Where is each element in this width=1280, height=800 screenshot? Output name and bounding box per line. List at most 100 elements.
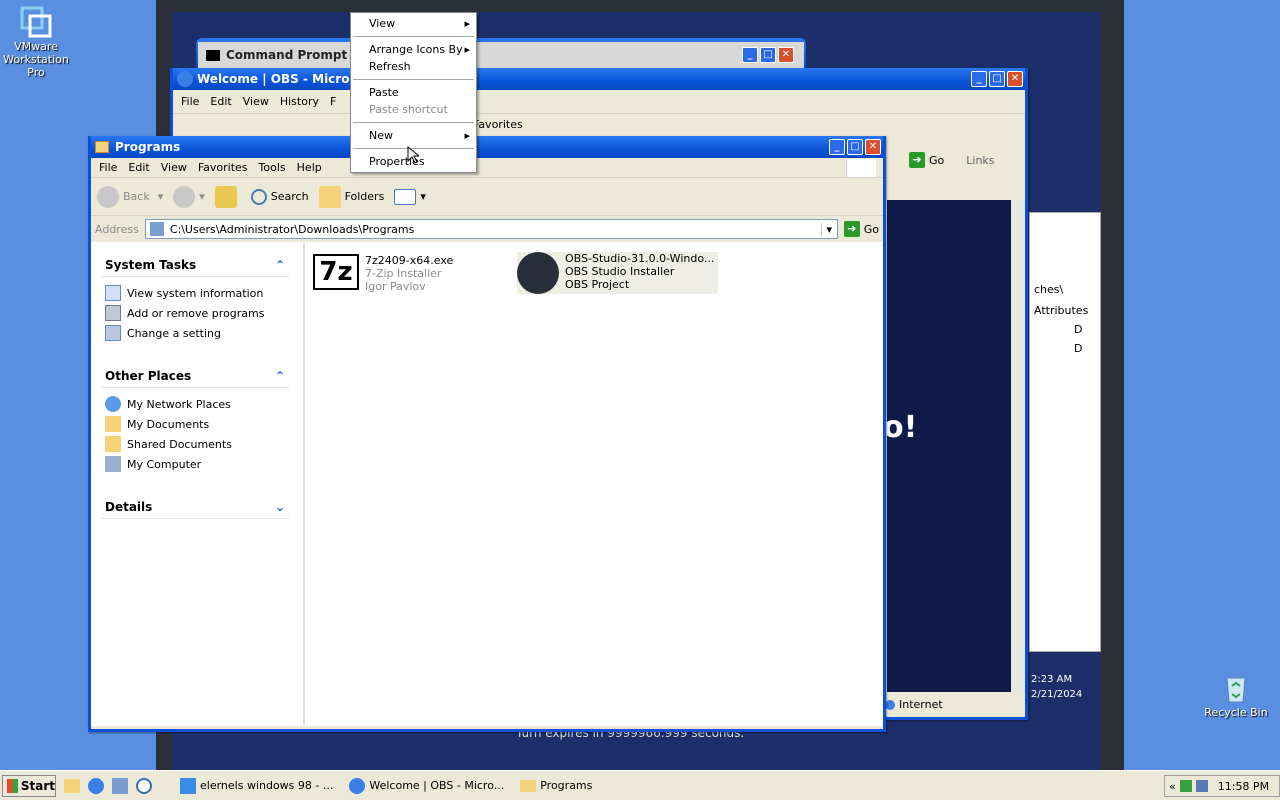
file-item-7zip[interactable]: 7z 7z2409-x64.exe 7-Zip Installer Igor P… bbox=[313, 254, 453, 293]
vmware-icon-label: VMware Workstation Pro bbox=[3, 40, 69, 79]
back-dropdown-icon[interactable]: ▾ bbox=[158, 190, 164, 203]
views-button[interactable]: ▾ bbox=[394, 188, 426, 205]
vmware-desktop-icon[interactable]: VMware Workstation Pro bbox=[0, 6, 76, 79]
file-author: OBS Project bbox=[565, 278, 630, 291]
ie-links-label[interactable]: Links bbox=[966, 154, 994, 167]
place-my-documents[interactable]: My Documents bbox=[101, 414, 289, 434]
cmd-icon bbox=[206, 49, 220, 61]
expand-icon[interactable]: ⌄ bbox=[275, 500, 285, 514]
internet-zone-icon bbox=[885, 699, 895, 710]
quicklaunch-outlook-icon[interactable] bbox=[112, 777, 128, 794]
taskbar-item-windows98[interactable]: elernels windows 98 - ... bbox=[174, 775, 339, 797]
ie-favorites-label[interactable]: Favorites bbox=[473, 118, 523, 131]
ie-menu-file[interactable]: File bbox=[181, 95, 199, 108]
system-tasks-title: System Tasks bbox=[105, 258, 197, 272]
vmware-icon bbox=[20, 6, 52, 38]
explorer-close-button[interactable]: ✕ bbox=[865, 139, 881, 155]
folders-icon bbox=[318, 185, 341, 208]
cmd-minimize-button[interactable]: _ bbox=[742, 47, 758, 63]
recycle-bin-desktop-icon[interactable]: Recycle Bin bbox=[1196, 672, 1276, 719]
quicklaunch-media-icon[interactable] bbox=[136, 777, 152, 794]
ie-attr-row: D bbox=[1074, 342, 1083, 355]
ie-menu-partial[interactable]: F bbox=[330, 95, 336, 108]
taskbar-item-ie[interactable]: Welcome | OBS - Micro... bbox=[343, 775, 510, 797]
place-shared-documents[interactable]: Shared Documents bbox=[101, 434, 289, 454]
task-label: elernels windows 98 - ... bbox=[200, 779, 334, 792]
details-title: Details bbox=[105, 500, 153, 514]
ie-close-button[interactable]: ✕ bbox=[1007, 71, 1023, 87]
menu-favorites[interactable]: Favorites bbox=[198, 161, 248, 174]
ctx-arrange-icons[interactable]: Arrange Icons By ▸ bbox=[351, 41, 476, 58]
folders-label: Folders bbox=[344, 190, 385, 203]
place-network[interactable]: My Network Places bbox=[101, 394, 289, 414]
ie-menubar: File Edit View History F bbox=[173, 90, 1025, 114]
ie-scrollbar[interactable] bbox=[1011, 200, 1025, 692]
back-button[interactable]: Back ▾ bbox=[97, 185, 164, 208]
quicklaunch-ie-icon[interactable] bbox=[88, 777, 104, 794]
menu-file[interactable]: File bbox=[99, 161, 117, 174]
cmd-window[interactable]: Command Prompt _ □ ✕ bbox=[196, 38, 806, 68]
ie-menu-edit[interactable]: Edit bbox=[210, 95, 231, 108]
start-button[interactable]: Start bbox=[2, 774, 56, 797]
ie-maximize-button[interactable]: □ bbox=[989, 71, 1005, 87]
details-header[interactable]: Details ⌄ bbox=[101, 498, 289, 519]
up-button[interactable] bbox=[214, 185, 241, 208]
menu-view[interactable]: View bbox=[161, 161, 187, 174]
collapse-icon[interactable]: ⌃ bbox=[275, 369, 285, 383]
taskbar-item-programs[interactable]: Programs bbox=[514, 775, 598, 797]
ctx-view[interactable]: View ▸ bbox=[351, 15, 476, 32]
ctx-label: New bbox=[369, 129, 393, 142]
ie-menu-view[interactable]: View bbox=[243, 95, 269, 108]
ie-minimize-button[interactable]: _ bbox=[971, 71, 987, 87]
tray-network-icon[interactable] bbox=[1195, 780, 1208, 792]
address-input[interactable]: C:\Users\Administrator\Downloads\Program… bbox=[144, 219, 838, 239]
ie-go-label[interactable]: Go bbox=[929, 154, 944, 167]
explorer-titlebar[interactable]: Programs _ □ ✕ bbox=[91, 136, 883, 158]
forward-dropdown-icon[interactable]: ▾ bbox=[199, 190, 205, 203]
menu-tools[interactable]: Tools bbox=[259, 161, 286, 174]
collapse-icon[interactable]: ⌃ bbox=[275, 258, 285, 272]
menu-edit[interactable]: Edit bbox=[128, 161, 149, 174]
address-label: Address bbox=[95, 222, 139, 236]
quicklaunch-explorer-icon[interactable] bbox=[64, 778, 80, 793]
task-view-system-info[interactable]: View system information bbox=[101, 283, 289, 303]
file-desc: 7-Zip Installer bbox=[365, 267, 442, 280]
other-places-header[interactable]: Other Places ⌃ bbox=[101, 367, 289, 388]
folders-button[interactable]: Folders bbox=[318, 185, 385, 208]
menu-help[interactable]: Help bbox=[297, 161, 322, 174]
tray-app-icon[interactable] bbox=[1179, 780, 1192, 792]
forward-button[interactable]: ▾ bbox=[173, 185, 205, 208]
ie-date: 2/21/2024 bbox=[1031, 689, 1083, 700]
taskbar-clock[interactable]: 11:58 PM bbox=[1218, 780, 1269, 793]
windows-logo-icon bbox=[846, 158, 876, 177]
tray-expand-icon[interactable]: « bbox=[1169, 780, 1176, 793]
go-label[interactable]: Go bbox=[864, 223, 879, 236]
ctx-paste[interactable]: Paste bbox=[351, 84, 476, 101]
system-tray: « 11:58 PM bbox=[1164, 775, 1280, 797]
ie-go-icon[interactable]: ➜ bbox=[909, 152, 925, 168]
explorer-minimize-button[interactable]: _ bbox=[829, 139, 845, 155]
explorer-window[interactable]: Programs _ □ ✕ File Edit View Favorites … bbox=[88, 136, 886, 732]
ie-titlebar[interactable]: Welcome | OBS - Microsoft _ □ ✕ bbox=[173, 68, 1025, 90]
task-label: View system information bbox=[127, 286, 264, 300]
cmd-maximize-button[interactable]: □ bbox=[760, 47, 776, 63]
file-view[interactable]: 7z 7z2409-x64.exe 7-Zip Installer Igor P… bbox=[303, 242, 883, 726]
place-my-computer[interactable]: My Computer bbox=[101, 454, 289, 474]
ie-icon bbox=[177, 71, 193, 87]
file-item-obs[interactable]: OBS-Studio-31.0.0-Windo... OBS Studio In… bbox=[517, 252, 719, 294]
explorer-maximize-button[interactable]: □ bbox=[847, 139, 863, 155]
cmd-close-button[interactable]: ✕ bbox=[778, 47, 794, 63]
ie-menu-history[interactable]: History bbox=[280, 95, 319, 108]
go-icon[interactable]: ➜ bbox=[843, 221, 860, 237]
task-label: Programs bbox=[540, 779, 593, 792]
task-change-setting[interactable]: Change a setting bbox=[101, 323, 289, 343]
search-button[interactable]: Search bbox=[250, 188, 309, 205]
address-dropdown-icon[interactable]: ▾ bbox=[820, 222, 837, 236]
back-arrow-icon bbox=[97, 185, 119, 208]
system-tasks-header[interactable]: System Tasks ⌃ bbox=[101, 256, 289, 277]
place-label: My Documents bbox=[127, 417, 210, 431]
ctx-refresh[interactable]: Refresh bbox=[351, 58, 476, 75]
task-add-remove-programs[interactable]: Add or remove programs bbox=[101, 303, 289, 323]
ctx-new[interactable]: New ▸ bbox=[351, 127, 476, 144]
windows-flag-icon bbox=[7, 778, 18, 793]
